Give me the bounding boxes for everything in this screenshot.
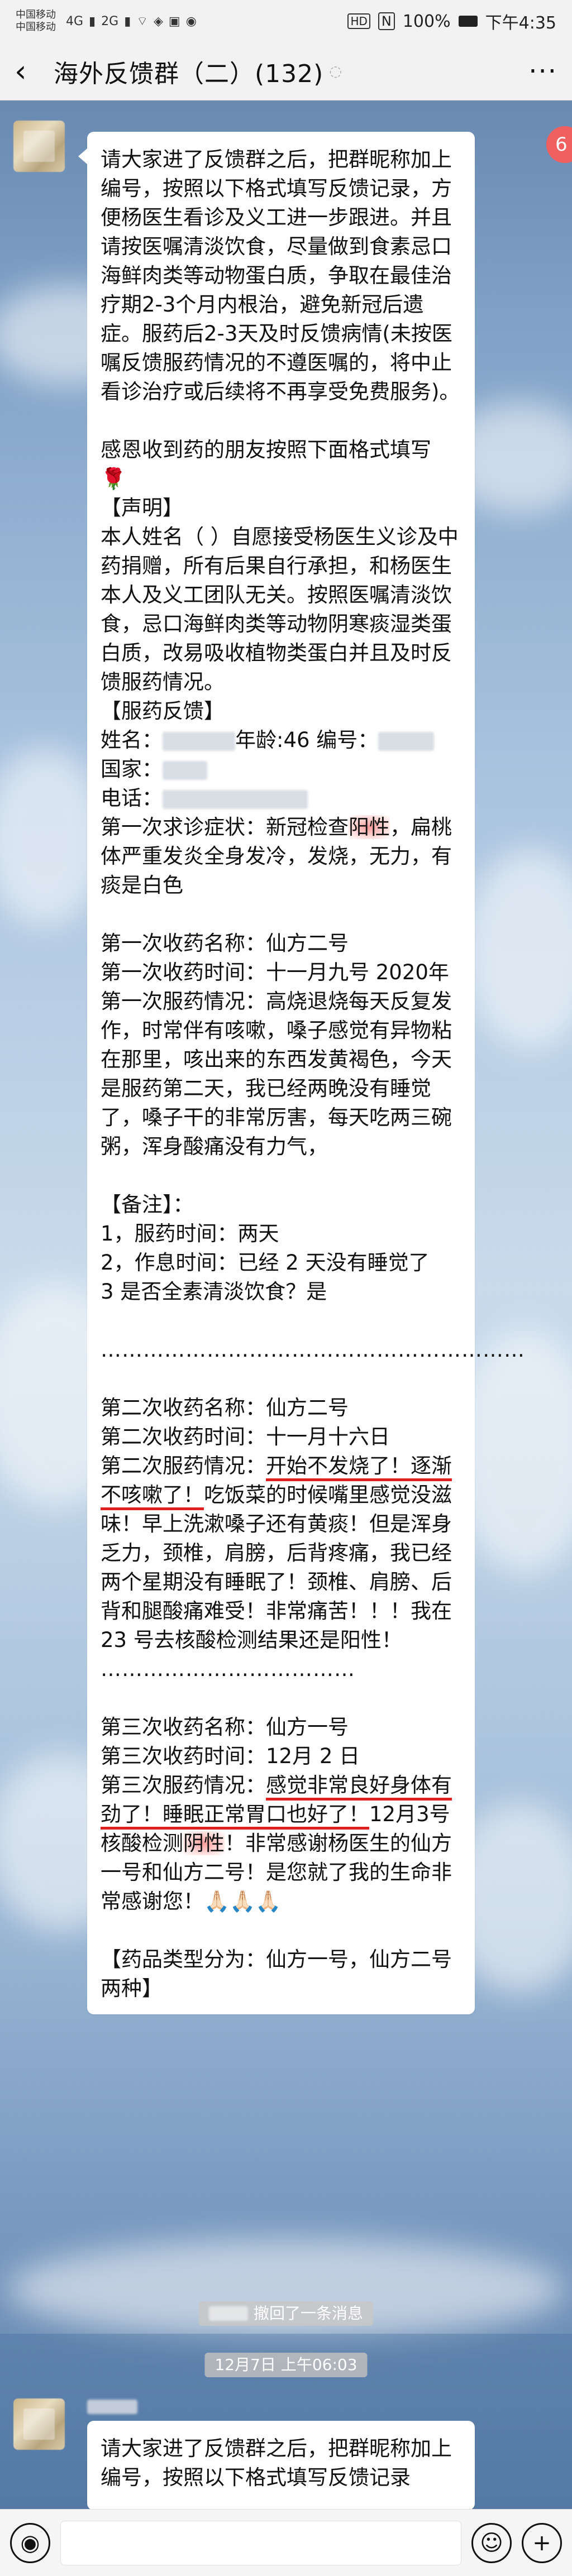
thanks-text: 感恩收到药的朋友按照下面格式填写 🌹 bbox=[101, 435, 461, 494]
first-symptom-a: 第一次求诊症状：新冠检查 bbox=[101, 815, 349, 839]
avatar-2[interactable] bbox=[13, 2398, 65, 2450]
remark-title: 【备注】： bbox=[101, 1193, 194, 1217]
input-bar: ◉ ☺ + bbox=[0, 2509, 572, 2576]
redacted-phone bbox=[163, 789, 308, 809]
signal-4g-label: 4G bbox=[66, 14, 84, 28]
country-label: 国家： bbox=[101, 757, 163, 781]
app-icon: ▣ bbox=[168, 14, 180, 28]
clock: 下午4:35 bbox=[485, 13, 556, 33]
status-bar: 中国移动 中国移动 4G ▮ 2G ▮ ⌔ ◈ ▣ ◉ HD N 100% 下午… bbox=[0, 0, 572, 42]
carrier-info: 中国移动 中国移动 bbox=[16, 9, 56, 33]
age-number-label: 年龄:46 编号： bbox=[235, 728, 379, 752]
carrier-1: 中国移动 bbox=[16, 9, 56, 21]
name-label: 姓名： bbox=[101, 728, 163, 752]
app-icon-2: ◉ bbox=[185, 14, 197, 28]
message-bubble-2[interactable]: 请大家进了反馈群之后，把群昵称加上编号，按照以下格式填写反馈记录 bbox=[87, 2421, 475, 2510]
unread-badge[interactable]: 6 bbox=[546, 126, 572, 163]
phone-label: 电话： bbox=[101, 786, 163, 810]
intro-text: 请大家进了反馈群之后，把群昵称加上编号，按照以下格式填写反馈记录，方便杨医生看诊… bbox=[101, 147, 460, 404]
timestamp-label: 12月7日 上午06:03 bbox=[204, 2353, 368, 2377]
second-med-name: 第二次收药名称：仙方二号 bbox=[101, 1396, 349, 1420]
rose-emoji: 🌹 bbox=[101, 467, 127, 491]
third-status-a: 第三次服药情况： bbox=[101, 1773, 266, 1797]
third-med-status: 第三次服药情况：感觉非常良好身体有劲了！睡眠正常胃口也好了！12月3号核酸检测阴… bbox=[101, 1771, 461, 1916]
notification-icon: ◈ bbox=[154, 14, 163, 28]
more-options-icon[interactable]: ··· bbox=[528, 56, 557, 87]
remark-1: 1，服药时间：两天 bbox=[101, 1222, 279, 1246]
name-line: 姓名： 年龄:46 编号： bbox=[101, 726, 461, 755]
voice-icon[interactable]: ◉ bbox=[10, 2522, 50, 2563]
chat-title: 海外反馈群（二）(132) bbox=[54, 59, 324, 88]
status-right: HD N 100% 下午4:35 bbox=[347, 9, 556, 33]
redacted-country bbox=[163, 760, 207, 780]
country-line: 国家： bbox=[101, 755, 461, 784]
first-med-status: 第一次服药情况：高烧退烧每天反复发作，时常伴有咳嗽，嗓子感觉有异物粘在那里，咳出… bbox=[101, 989, 452, 1158]
third-med-name: 第三次收药名称：仙方一号 bbox=[101, 1715, 349, 1739]
positive-highlight: 阳性 bbox=[349, 815, 390, 839]
recall-text: 撤回了一条消息 bbox=[253, 2304, 364, 2323]
battery-level: 100% bbox=[402, 11, 451, 31]
types-title: 【药品类型分为：仙方一号，仙方二号 两种】 bbox=[101, 1947, 459, 2000]
declaration-title: 【声明】 bbox=[101, 496, 183, 520]
second-med-time: 第二次收药时间：十一月十六日 bbox=[101, 1425, 390, 1449]
first-med-time: 第一次收药时间：十一月九号 2020年 bbox=[101, 960, 449, 984]
redacted-number bbox=[378, 731, 435, 751]
separator-dots: …………………………………………………… bbox=[101, 1338, 525, 1362]
avatar[interactable] bbox=[13, 121, 65, 172]
second-status-a: 第二次服药情况： bbox=[101, 1454, 266, 1478]
redacted-name bbox=[163, 731, 235, 751]
negative-highlight: 阴性 bbox=[183, 1831, 225, 1855]
phone-line: 电话： bbox=[101, 784, 461, 813]
chat-header: ‹ 海外反馈群（二）(132) ◌ ··· bbox=[0, 42, 572, 100]
carrier-2: 中国移动 bbox=[16, 21, 56, 33]
first-med-name: 第一次收药名称：仙方二号 bbox=[101, 931, 349, 955]
nfc-icon: N bbox=[378, 12, 395, 30]
emoji-icon[interactable]: ☺ bbox=[471, 2522, 512, 2563]
first-symptom: 第一次求诊症状：新冠检查阳性，扁桃体严重发炎全身发冷，发烧，无力，有痰是白色 bbox=[101, 813, 461, 900]
signal-bars-icon: ▮ bbox=[89, 14, 96, 28]
praying-hands-emoji: 🙏🏻🙏🏻🙏🏻 bbox=[204, 1889, 282, 1913]
thanks-label: 感恩收到药的朋友按照下面格式填写 bbox=[101, 438, 431, 462]
remark-2: 2，作息时间：已经 2 天没有睡觉了 bbox=[101, 1251, 430, 1275]
remark-3: 3 是否全素清淡饮食？是 bbox=[101, 1280, 327, 1304]
intro-text-2: 请大家进了反馈群之后，把群昵称加上编号，按照以下格式填写反馈记录 bbox=[101, 2436, 452, 2489]
third-med-time: 第三次收药时间：12月 2 日 bbox=[101, 1744, 360, 1768]
mute-icon: ◌ bbox=[329, 63, 342, 80]
message-input[interactable] bbox=[60, 2520, 461, 2565]
recall-notice: 撤回了一条消息 bbox=[198, 2301, 374, 2326]
hd-icon: HD bbox=[347, 13, 370, 29]
declaration-text: 本人姓名（ ）自愿接受杨医生义诊及中药捐赠，所有后果自行承担，和杨医生本人及义工… bbox=[101, 525, 459, 694]
plus-icon[interactable]: + bbox=[522, 2522, 562, 2563]
battery-icon bbox=[458, 16, 478, 27]
back-icon[interactable]: ‹ bbox=[15, 56, 46, 87]
signal-2g-label: 2G bbox=[101, 14, 119, 28]
signal-bars-icon-2: ▮ bbox=[124, 14, 131, 28]
separator-dots-2: ……………………………… bbox=[101, 1657, 355, 1681]
message-bubble[interactable]: 请大家进了反馈群之后，把群昵称加上编号，按照以下格式填写反馈记录，方便杨医生看诊… bbox=[78, 132, 525, 2014]
feedback-title: 【服药反馈】 bbox=[101, 699, 225, 723]
redacted-sender bbox=[208, 2306, 248, 2321]
wifi-icon: ⌔ bbox=[136, 15, 148, 28]
redacted-sender-name bbox=[87, 2400, 137, 2414]
second-med-status: 第二次服药情况：开始不发烧了！逐渐不咳嗽了！吃饭菜的时候嘴里感觉没滋味！早上洗漱… bbox=[101, 1452, 461, 1655]
signal-icons: 4G ▮ 2G ▮ ⌔ ◈ ▣ ◉ bbox=[66, 13, 197, 29]
second-status-b: 吃饭菜的时候嘴里感觉没滋味！早上洗漱嗓子还有黄痰！但是浑身乏力，颈椎，肩膀，后背… bbox=[101, 1483, 459, 1652]
timestamp-text: 12月7日 上午06:03 bbox=[214, 2355, 358, 2374]
